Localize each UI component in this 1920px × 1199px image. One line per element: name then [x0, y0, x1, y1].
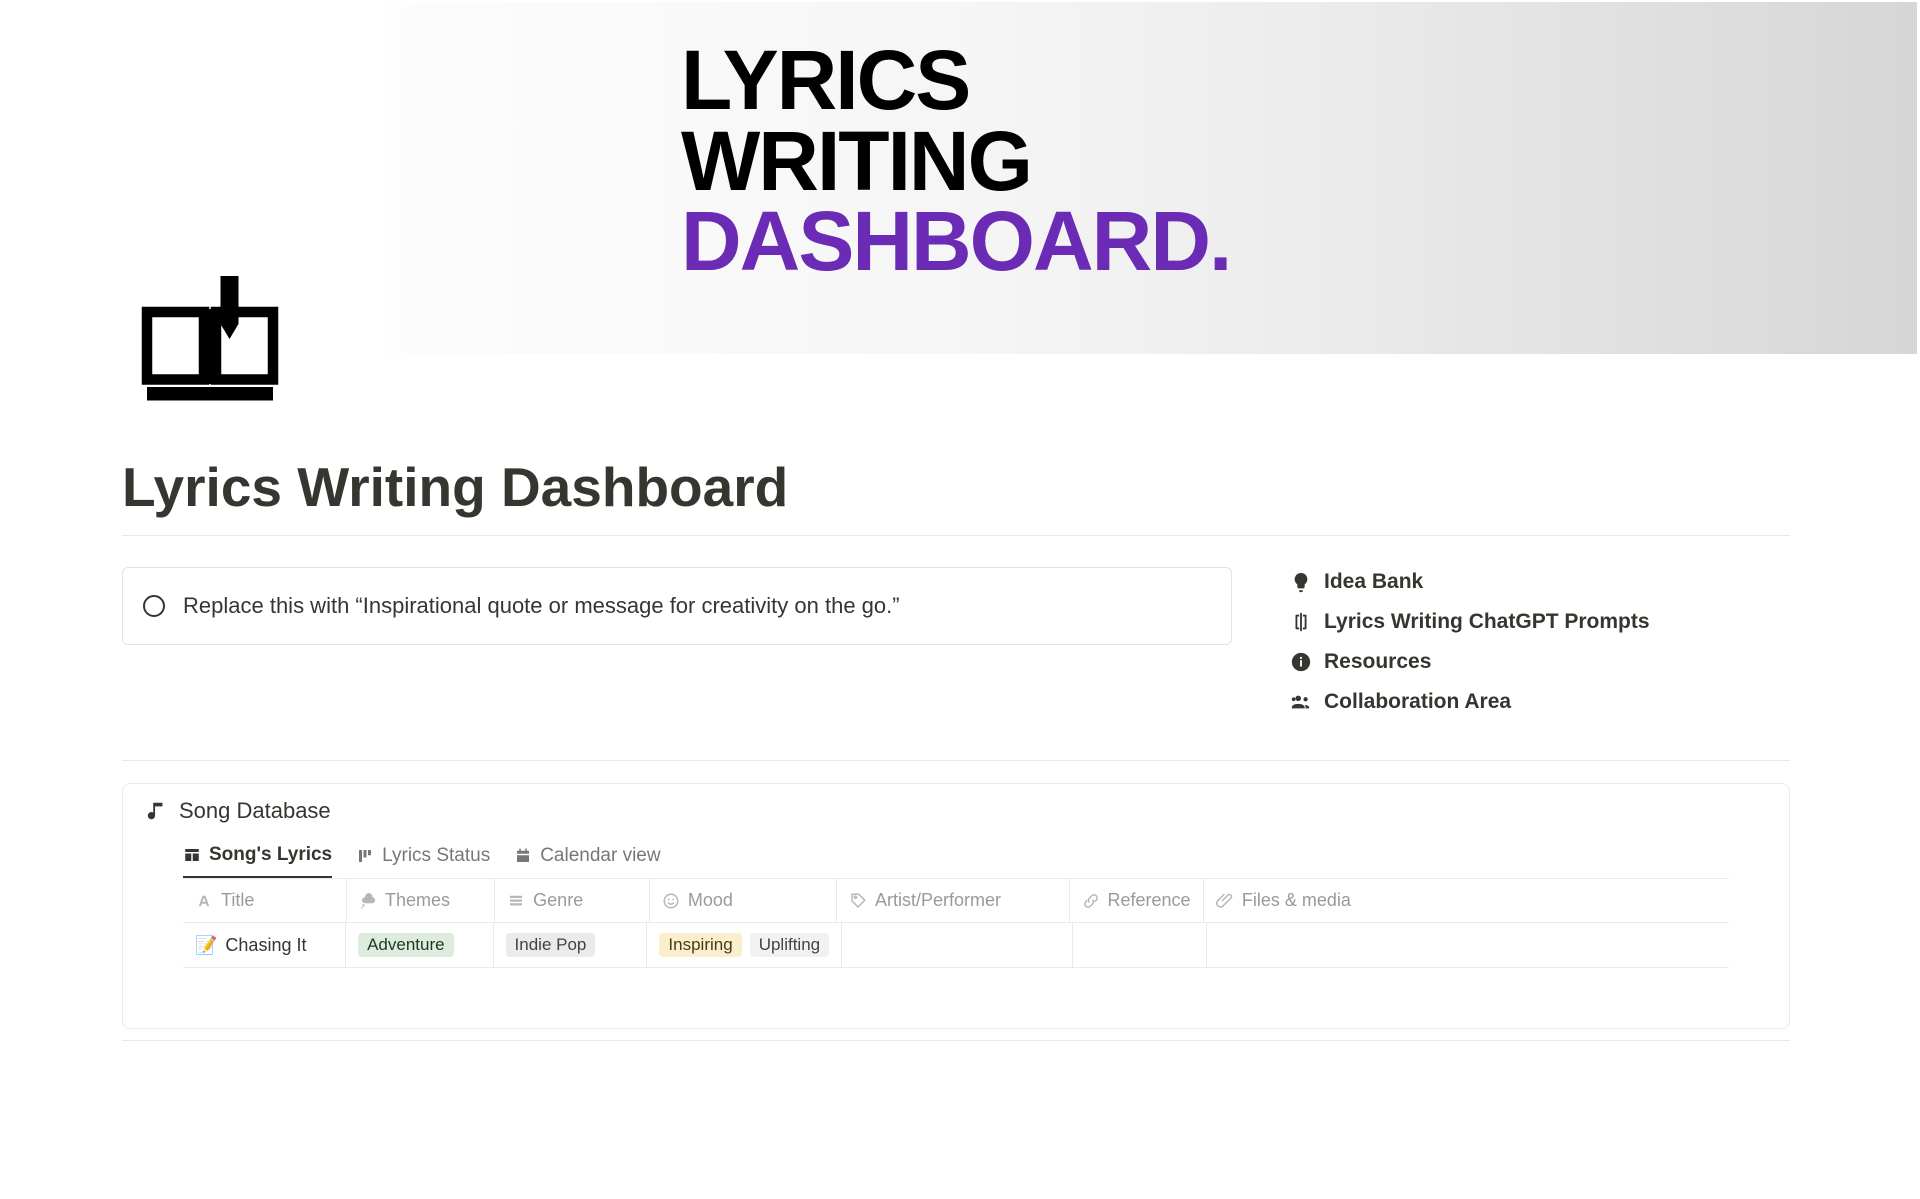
cell-themes[interactable]: Adventure [346, 923, 493, 968]
row-title: Chasing It [225, 935, 306, 956]
divider [122, 1040, 1790, 1041]
hero-title: LYRICS WRITING DASHBOARD. [681, 40, 1230, 282]
sidebar-item-label: Collaboration Area [1324, 690, 1511, 714]
col-label: Artist/Performer [875, 890, 1001, 911]
col-files[interactable]: Files & media [1204, 879, 1729, 923]
sidebar-item-collaboration[interactable]: Collaboration Area [1290, 690, 1650, 714]
database-title-text: Song Database [179, 798, 331, 824]
database-table: Title Themes Genre Mood Artist/Performer… [183, 878, 1729, 968]
col-reference[interactable]: Reference [1070, 879, 1204, 923]
col-title[interactable]: Title [183, 879, 347, 923]
tag-adventure: Adventure [358, 933, 454, 957]
sidebar-links: Idea Bank Lyrics Writing ChatGPT Prompts… [1290, 570, 1650, 714]
sidebar-item-idea-bank[interactable]: Idea Bank [1290, 570, 1650, 594]
divider [122, 760, 1790, 761]
book-pencil-icon [135, 267, 285, 417]
text-type-icon [195, 892, 213, 910]
hero-line-3: DASHBOARD. [681, 201, 1230, 282]
tag-uplifting: Uplifting [750, 933, 829, 957]
calendar-icon [514, 847, 532, 865]
smile-icon [662, 892, 680, 910]
hero-line-2: WRITING [681, 121, 1230, 202]
tab-label: Calendar view [540, 845, 660, 867]
tag-icon [849, 892, 867, 910]
board-icon [356, 847, 374, 865]
table-header-row: Title Themes Genre Mood Artist/Performer… [183, 879, 1729, 923]
cell-reference[interactable] [1073, 923, 1207, 968]
cell-genre[interactable]: Indie Pop [494, 923, 648, 968]
page-title: Lyrics Writing Dashboard [122, 455, 788, 519]
col-label: Title [221, 890, 254, 911]
col-label: Themes [385, 890, 450, 911]
radio-icon[interactable] [143, 595, 165, 617]
clip-icon [1216, 892, 1234, 910]
tab-label: Song's Lyrics [209, 844, 332, 866]
song-database: Song Database Song's Lyrics Lyrics Statu… [122, 783, 1790, 1029]
sidebar-item-chatgpt-prompts[interactable]: Lyrics Writing ChatGPT Prompts [1290, 610, 1650, 634]
cell-title[interactable]: 📝 Chasing It [183, 923, 346, 968]
tab-calendar-view[interactable]: Calendar view [514, 844, 660, 878]
database-title[interactable]: Song Database [123, 784, 1789, 824]
sidebar-item-label: Resources [1324, 650, 1431, 674]
row-emoji: 📝 [195, 935, 217, 956]
quote-text: Replace this with “Inspirational quote o… [183, 593, 900, 619]
tab-lyrics-status[interactable]: Lyrics Status [356, 844, 490, 878]
tag-indie-pop: Indie Pop [506, 933, 596, 957]
sidebar-item-label: Lyrics Writing ChatGPT Prompts [1324, 610, 1650, 634]
divider [122, 535, 1790, 536]
music-note-icon [145, 800, 167, 822]
database-tabs: Song's Lyrics Lyrics Status Calendar vie… [123, 824, 1789, 878]
cell-mood[interactable]: Inspiring Uplifting [647, 923, 842, 968]
sidebar-item-resources[interactable]: Resources [1290, 650, 1650, 674]
col-themes[interactable]: Themes [347, 879, 495, 923]
sidebar-item-label: Idea Bank [1324, 570, 1423, 594]
info-icon [1290, 651, 1312, 673]
col-mood[interactable]: Mood [650, 879, 837, 923]
tab-songs-lyrics[interactable]: Song's Lyrics [183, 844, 332, 878]
table-icon [183, 846, 201, 864]
thought-icon [359, 892, 377, 910]
quote-callout[interactable]: Replace this with “Inspirational quote o… [122, 567, 1232, 645]
col-label: Genre [533, 890, 583, 911]
tab-label: Lyrics Status [382, 845, 490, 867]
hero-banner: LYRICS WRITING DASHBOARD. [385, 2, 1917, 354]
col-artist[interactable]: Artist/Performer [837, 879, 1070, 923]
link-icon [1082, 892, 1100, 910]
tag-inspiring: Inspiring [659, 933, 741, 957]
cell-artist[interactable] [842, 923, 1073, 968]
col-genre[interactable]: Genre [495, 879, 650, 923]
hero-line-1: LYRICS [681, 40, 1230, 121]
col-label: Mood [688, 890, 733, 911]
page-icon-book[interactable] [135, 267, 285, 417]
stack-icon [507, 892, 525, 910]
col-label: Files & media [1242, 890, 1351, 911]
col-label: Reference [1108, 890, 1191, 911]
table-row[interactable]: 📝 Chasing It Adventure Indie Pop Inspiri… [183, 923, 1729, 968]
lightbulb-icon [1290, 571, 1312, 593]
cell-files[interactable] [1207, 923, 1729, 968]
text-cursor-icon [1290, 611, 1312, 633]
people-icon [1290, 691, 1312, 713]
